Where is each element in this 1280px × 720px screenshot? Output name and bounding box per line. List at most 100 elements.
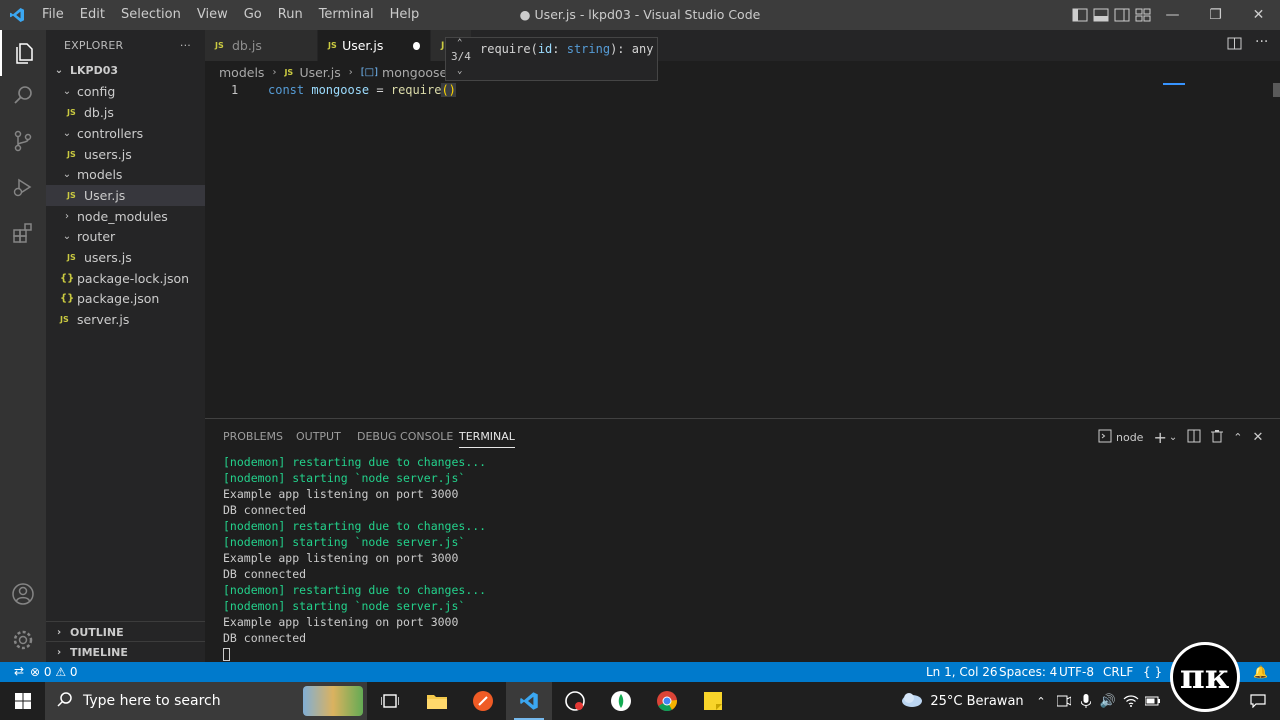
unsaved-dot-icon[interactable] xyxy=(413,41,420,50)
source-control-icon[interactable] xyxy=(0,118,46,164)
run-debug-icon[interactable] xyxy=(0,164,46,210)
tab-output[interactable]: OUTPUT xyxy=(296,430,341,443)
indentation-status[interactable]: Spaces: 4 xyxy=(999,665,1057,679)
chevron-down-icon: ⌄ xyxy=(62,169,72,180)
extensions-icon[interactable] xyxy=(0,210,46,256)
breadcrumb-folder[interactable]: models xyxy=(219,65,264,80)
cursor-position[interactable]: Ln 1, Col 26 xyxy=(926,665,998,679)
tab-user-js[interactable]: JS User.js xyxy=(318,30,430,61)
tree-folder-models[interactable]: ⌄ models xyxy=(46,164,205,185)
chrome-icon[interactable] xyxy=(644,682,690,720)
show-hidden-icons-icon[interactable]: ⌃ xyxy=(1032,682,1050,720)
tree-file-user-js[interactable]: JS User.js xyxy=(46,185,205,206)
terminal-cursor xyxy=(223,646,486,662)
minimize-icon[interactable]: — xyxy=(1151,0,1194,30)
postman-app-icon[interactable] xyxy=(460,682,506,720)
menu-go[interactable]: Go xyxy=(236,0,270,30)
tree-file-router-users-js[interactable]: JS users.js xyxy=(46,247,205,268)
terminal-output[interactable]: [nodemon] restarting due to changes... [n… xyxy=(223,454,486,662)
menu-file[interactable]: File xyxy=(34,0,72,30)
paren-token: () xyxy=(441,83,456,97)
menu-selection[interactable]: Selection xyxy=(113,0,189,30)
toggle-panel-icon[interactable] xyxy=(1093,8,1110,22)
settings-gear-icon[interactable] xyxy=(0,617,46,663)
problems-status[interactable]: ⊗ 0 ⚠ 0 xyxy=(30,665,78,679)
vscode-taskbar-icon[interactable] xyxy=(506,682,552,720)
accounts-icon[interactable] xyxy=(0,571,46,617)
eol-status[interactable]: CRLF xyxy=(1103,665,1133,679)
restore-icon[interactable]: ❐ xyxy=(1194,0,1237,30)
js-file-icon: JS xyxy=(67,150,76,159)
tree-file-package-lock-json[interactable]: {} package-lock.json xyxy=(46,268,205,289)
menu-terminal[interactable]: Terminal xyxy=(311,0,382,30)
menu-run[interactable]: Run xyxy=(270,0,311,30)
remote-indicator-icon[interactable]: ⇄ xyxy=(14,664,24,678)
split-editor-icon[interactable] xyxy=(1227,37,1243,55)
explorer-title: EXPLORER xyxy=(64,38,124,52)
close-window-icon[interactable]: ✕ xyxy=(1237,0,1280,30)
explorer-icon[interactable] xyxy=(0,30,46,76)
close-panel-icon[interactable]: ✕ xyxy=(1252,430,1263,445)
tree-folder-node-modules[interactable]: › node_modules xyxy=(46,206,205,227)
more-actions-icon[interactable]: ··· xyxy=(180,39,191,52)
menu-edit[interactable]: Edit xyxy=(72,0,113,30)
tree-folder-config[interactable]: ⌄ config xyxy=(46,81,205,102)
windows-taskbar: Type here to search 25°C Berawan ⌃ 🔊 xyxy=(0,682,1280,720)
workspace-root[interactable]: ⌄ LKPD03 xyxy=(46,60,205,81)
search-icon[interactable] xyxy=(0,72,46,118)
tab-problems[interactable]: PROBLEMS xyxy=(223,430,283,443)
volume-icon[interactable]: 🔊 xyxy=(1098,682,1118,720)
mongodb-compass-icon[interactable] xyxy=(598,682,644,720)
chevron-up-icon[interactable]: ⌃ xyxy=(457,38,462,48)
chevron-down-icon[interactable]: ⌄ xyxy=(457,66,462,76)
toggle-sidebar-icon[interactable] xyxy=(1072,8,1089,22)
tab-debug-console[interactable]: DEBUG CONSOLE xyxy=(357,430,453,443)
terminal-line: DB connected xyxy=(223,567,307,581)
customize-layout-icon[interactable] xyxy=(1135,8,1152,22)
wifi-icon[interactable] xyxy=(1120,682,1142,720)
tree-file-db-js[interactable]: JS db.js xyxy=(46,102,205,123)
timeline-section[interactable]: › TIMELINE xyxy=(46,641,205,662)
encoding-status[interactable]: UTF-8 xyxy=(1059,665,1094,679)
terminal-shell-name[interactable]: node xyxy=(1116,431,1143,444)
action-center-icon[interactable] xyxy=(1236,682,1280,720)
toggle-secondary-sidebar-icon[interactable] xyxy=(1114,8,1131,22)
windows-start-icon[interactable] xyxy=(0,682,45,720)
tree-folder-router[interactable]: ⌄ router xyxy=(46,226,205,247)
js-file-icon: JS xyxy=(215,41,224,50)
menu-help[interactable]: Help xyxy=(382,0,428,30)
chevron-right-icon: › xyxy=(65,211,69,222)
more-actions-icon[interactable]: ··· xyxy=(1255,34,1268,50)
split-terminal-icon[interactable] xyxy=(1187,429,1201,446)
tree-item-label: models xyxy=(77,167,123,182)
maximize-panel-icon[interactable]: ⌃ xyxy=(1233,431,1242,444)
meet-now-icon[interactable] xyxy=(1054,682,1074,720)
battery-icon[interactable] xyxy=(1142,682,1164,720)
outline-section[interactable]: › OUTLINE xyxy=(46,621,205,642)
add-terminal-icon[interactable]: + xyxy=(1153,428,1166,447)
timeline-label: TIMELINE xyxy=(70,645,128,659)
microphone-icon[interactable] xyxy=(1076,682,1096,720)
tree-file-package-json[interactable]: {} package.json xyxy=(46,288,205,309)
trash-icon[interactable] xyxy=(1211,429,1224,446)
tab-terminal[interactable]: TERMINAL xyxy=(459,430,515,448)
notifications-bell-icon[interactable]: 🔔 xyxy=(1253,665,1268,679)
breadcrumb-symbol[interactable]: mongoose xyxy=(382,65,447,80)
tree-folder-controllers[interactable]: ⌄ controllers xyxy=(46,123,205,144)
breadcrumb-file[interactable]: User.js xyxy=(299,65,340,80)
task-view-icon[interactable] xyxy=(367,682,413,720)
screen-recorder-icon[interactable] xyxy=(552,682,598,720)
tree-file-controllers-users-js[interactable]: JS users.js xyxy=(46,144,205,165)
code-line[interactable]: const mongoose = require() xyxy=(268,83,456,97)
taskbar-search-box[interactable]: Type here to search xyxy=(45,682,367,720)
language-mode[interactable]: { } xyxy=(1143,665,1162,679)
sticky-notes-icon[interactable] xyxy=(690,682,736,720)
tab-db-js[interactable]: JS db.js xyxy=(205,30,317,61)
weather-widget[interactable]: 25°C Berawan xyxy=(892,682,1032,720)
file-explorer-icon[interactable] xyxy=(414,682,460,720)
tree-file-server-js[interactable]: JS server.js xyxy=(46,309,205,330)
editor-scrollbar[interactable] xyxy=(1273,83,1280,97)
chevron-down-icon[interactable]: ⌄ xyxy=(1169,432,1177,443)
menu-view[interactable]: View xyxy=(189,0,236,30)
code-editor[interactable]: 1 const mongoose = require() xyxy=(205,83,1280,418)
